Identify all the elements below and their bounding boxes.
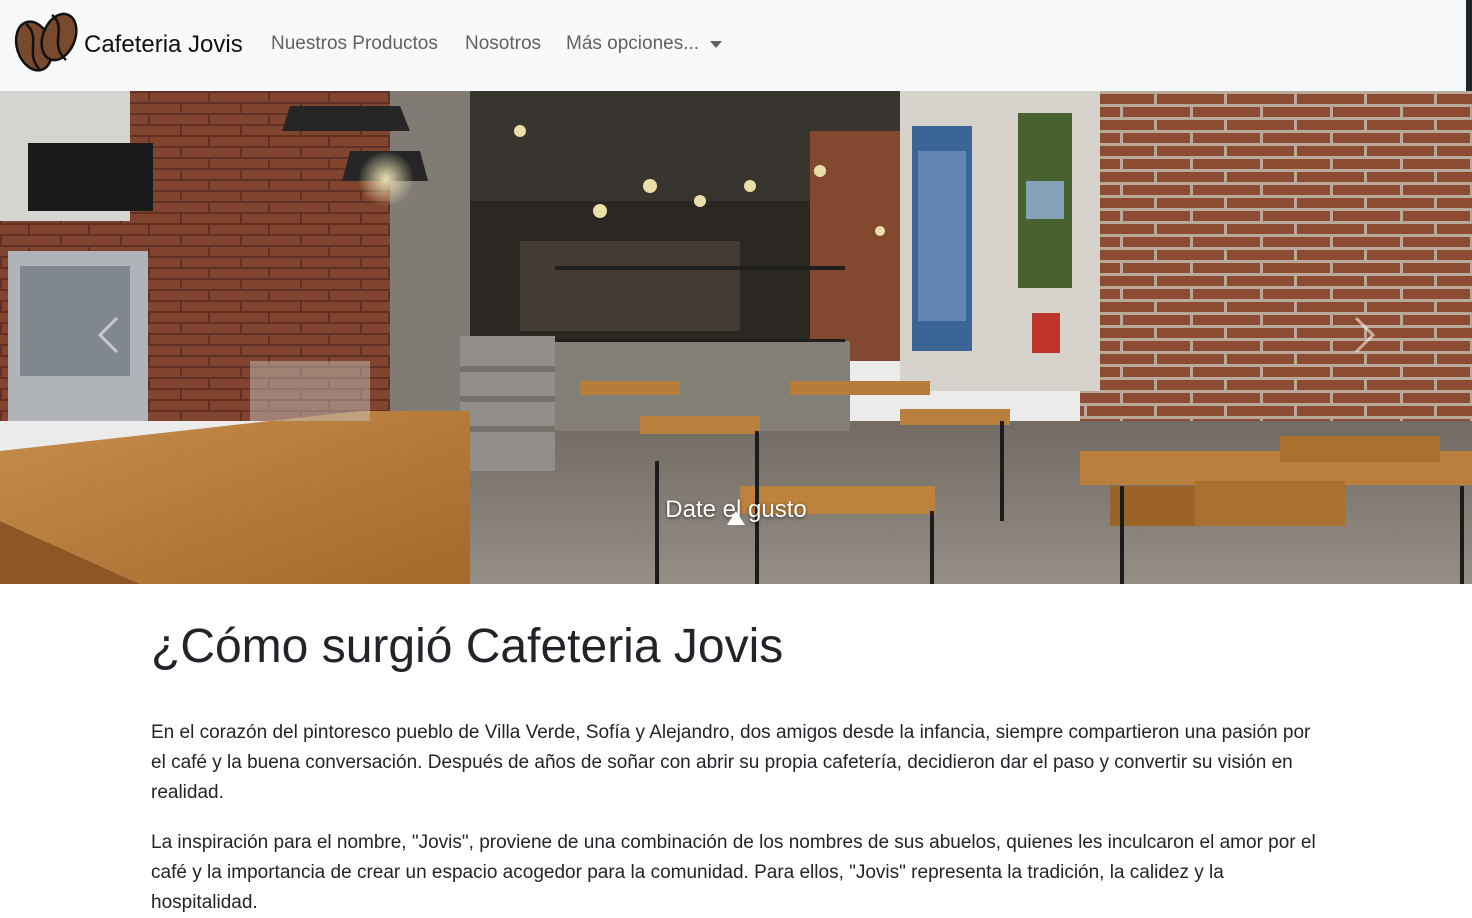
nav-link-about[interactable]: Nosotros bbox=[465, 33, 541, 55]
about-paragraph-2: La inspiración para el nombre, "Jovis", … bbox=[151, 832, 1316, 913]
navbar: Cafeteria Jovis Nuestros Productos Nosot… bbox=[0, 0, 1472, 91]
nav-dropdown-more[interactable]: Más opciones... bbox=[566, 33, 723, 55]
brand-link[interactable]: Cafeteria Jovis bbox=[12, 10, 243, 80]
carousel-indicator[interactable] bbox=[727, 511, 745, 525]
about-paragraph-1: En el corazón del pintoresco pueblo de V… bbox=[151, 722, 1311, 803]
about-title: ¿Cómo surgió Cafeteria Jovis bbox=[151, 620, 784, 673]
caret-down-icon bbox=[710, 40, 723, 48]
chevron-left-icon bbox=[95, 315, 121, 360]
coffee-beans-icon bbox=[12, 8, 82, 83]
nav-dropdown-label: Más opciones... bbox=[566, 33, 700, 54]
hero-carousel: Date el gusto bbox=[0, 91, 1472, 584]
brand-name: Cafeteria Jovis bbox=[84, 31, 243, 58]
about-section: ¿Cómo surgió Cafeteria Jovis En el coraz… bbox=[151, 584, 1321, 918]
nav-link-products[interactable]: Nuestros Productos bbox=[271, 33, 438, 55]
chevron-right-icon bbox=[1352, 315, 1378, 360]
